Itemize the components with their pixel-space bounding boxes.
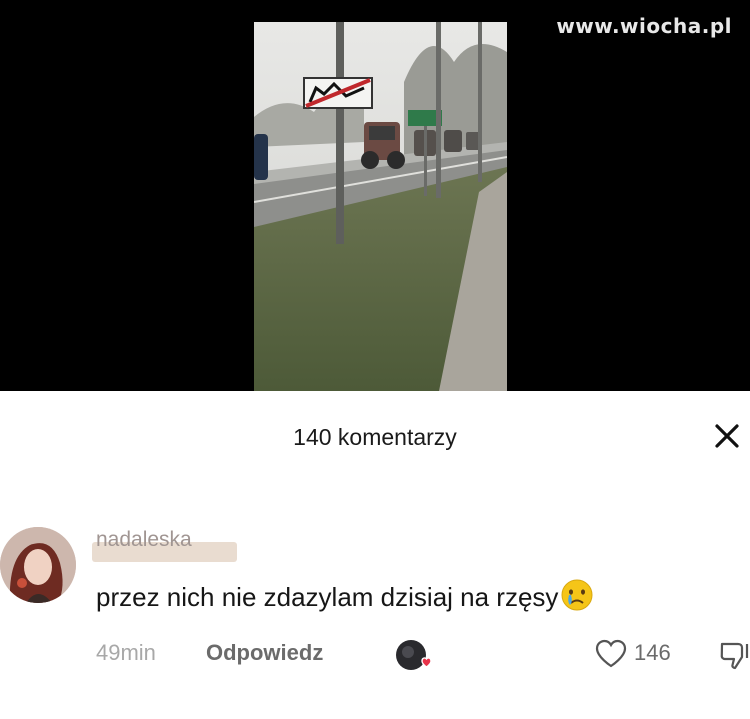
like-button[interactable] <box>594 638 628 670</box>
comment-body: przez nich nie zdazylam dzisiaj na rzęsy <box>96 582 559 612</box>
close-icon <box>715 424 739 448</box>
avatar-photo <box>0 527 76 603</box>
heart-outline-icon <box>595 639 627 668</box>
comment-text: przez nich nie zdazylam dzisiaj na rzęsy <box>96 578 594 613</box>
reply-button[interactable]: Odpowiedz <box>206 640 323 666</box>
crying-smiley-icon <box>561 579 593 611</box>
close-button[interactable] <box>710 419 744 453</box>
comments-count: 140 komentarzy <box>293 424 457 450</box>
comment-time: 49min <box>96 640 156 665</box>
like-count: 146 <box>634 640 671 665</box>
comment-username[interactable]: nadaleska <box>96 528 192 552</box>
watermark: www.wiocha.pl <box>556 14 732 38</box>
comment-meta: 49min Odpowiedz 146 <box>96 638 750 672</box>
comment-item: nadaleska przez nich nie zdazylam dzisia… <box>0 520 750 680</box>
avatar[interactable] <box>0 527 76 603</box>
video-player[interactable]: www.wiocha.pl <box>0 0 750 391</box>
creator-liked-badge <box>394 636 434 676</box>
video-frame[interactable] <box>254 22 507 391</box>
comments-header: 140 komentarzy <box>0 391 750 481</box>
thumbs-down-icon <box>720 642 749 670</box>
dislike-button[interactable] <box>718 640 750 672</box>
video-still <box>254 22 507 391</box>
creator-heart-icon <box>396 640 432 670</box>
